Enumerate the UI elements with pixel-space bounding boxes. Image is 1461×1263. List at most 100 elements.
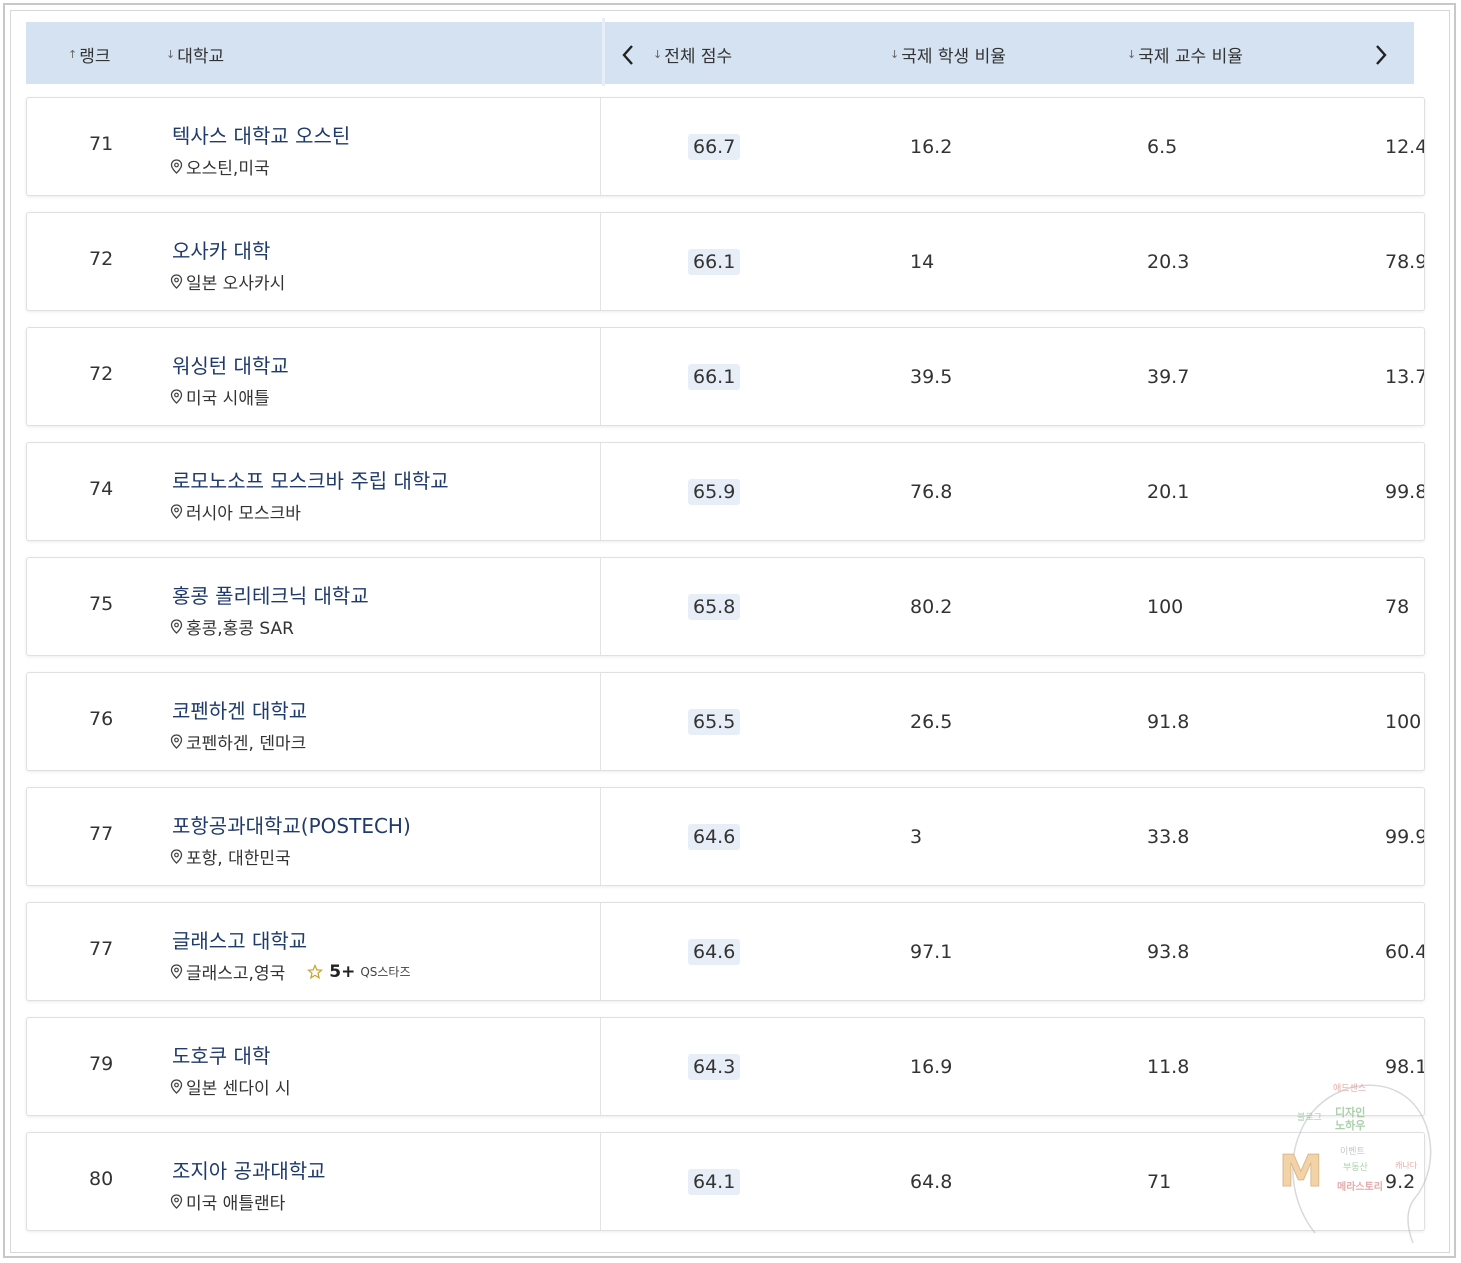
intl-students-value: 14 bbox=[910, 251, 935, 273]
overall-score: 66.1 bbox=[688, 364, 741, 390]
overall-score: 64.6 bbox=[688, 939, 741, 965]
university-name-link[interactable]: 코펜하겐 대학교 bbox=[172, 695, 307, 724]
column-divider bbox=[600, 788, 601, 885]
qs-stars-badge[interactable]: 5+ QS스타즈 bbox=[307, 961, 411, 982]
sort-overall-header[interactable]: ↓ 전체 점수 bbox=[653, 42, 732, 67]
table-row[interactable]: 72 오사카 대학 일본 오사카시 66.1 14 20.3 78.9 bbox=[26, 212, 1425, 311]
sort-intl-students-header[interactable]: ↓ 국제 학생 비율 bbox=[890, 42, 1006, 67]
column-divider bbox=[600, 903, 601, 1000]
intl-faculty-value: 100 bbox=[1147, 596, 1184, 618]
university-location: 포항, 대한민국 bbox=[170, 844, 291, 869]
watermark-logo: 애드센스 블로그 디자인 노하우 이벤트 부동산 캐나다 M 메라스토리 bbox=[1279, 1083, 1432, 1244]
table-row[interactable]: 74 로모노소프 모스크바 주립 대학교 러시아 모스크바 65.9 76.8 20.1 9… bbox=[26, 442, 1425, 541]
university-name-link[interactable]: 로모노소프 모스크바 주립 대학교 bbox=[172, 465, 449, 494]
university-location: 오스틴,미국 bbox=[170, 154, 270, 179]
table-row[interactable]: 77 글래스고 대학교 글래스고,영국 5+ QS스타즈 64.6 97.1 93.8 60.4 bbox=[26, 902, 1425, 1001]
intl-faculty-value: 71 bbox=[1147, 1171, 1172, 1193]
table-row[interactable]: 72 워싱턴 대학교 미국 시애틀 66.1 39.5 39.7 13.7 bbox=[26, 327, 1425, 426]
university-name-link[interactable]: 조지아 공과대학교 bbox=[172, 1155, 326, 1184]
intl-students-value: 80.2 bbox=[910, 596, 953, 618]
intl-students-value: 16.2 bbox=[910, 136, 953, 158]
intl-faculty-value: 20.3 bbox=[1147, 251, 1190, 273]
scroll-right-button[interactable] bbox=[1369, 40, 1393, 70]
rank-value: 72 bbox=[89, 248, 114, 270]
university-location: 일본 오사카시 bbox=[170, 269, 285, 294]
university-name-link[interactable]: 글래스고 대학교 bbox=[172, 925, 307, 954]
qs-stars-value: 5+ bbox=[329, 961, 356, 982]
location-pin-icon bbox=[170, 964, 183, 979]
location-pin-icon bbox=[170, 389, 183, 404]
location-text: 일본 오사카시 bbox=[186, 274, 286, 294]
rank-value: 71 bbox=[89, 133, 114, 155]
next-column-value: 99.8 bbox=[1385, 481, 1425, 503]
intl-faculty-value: 93.8 bbox=[1147, 941, 1190, 963]
intl-faculty-value: 33.8 bbox=[1147, 826, 1190, 848]
column-divider bbox=[600, 1018, 601, 1115]
intl-students-value: 97.1 bbox=[910, 941, 953, 963]
column-divider bbox=[600, 1133, 601, 1230]
university-name-link[interactable]: 홍콩 폴리테크닉 대학교 bbox=[172, 580, 369, 609]
sort-intl-faculty-header[interactable]: ↓ 국제 교수 비율 bbox=[1127, 42, 1243, 67]
arrow-down-icon: ↓ bbox=[1127, 48, 1137, 61]
arrow-down-icon: ↓ bbox=[166, 48, 176, 61]
university-name-link[interactable]: 오사카 대학 bbox=[172, 235, 270, 264]
university-location: 일본 센다이 시 bbox=[170, 1074, 291, 1099]
overall-score: 65.9 bbox=[688, 479, 741, 505]
overall-score: 64.1 bbox=[688, 1169, 741, 1195]
university-location: 러시아 모스크바 bbox=[170, 499, 301, 524]
svg-text:블로그: 블로그 bbox=[1297, 1112, 1322, 1123]
table-row[interactable]: 76 코펜하겐 대학교 코펜하겐, 덴마크 65.5 26.5 91.8 100 bbox=[26, 672, 1425, 771]
column-divider bbox=[600, 673, 601, 770]
column-divider bbox=[600, 328, 601, 425]
location-text: 러시아 모스크바 bbox=[186, 504, 301, 524]
next-column-value: 100 bbox=[1385, 711, 1422, 733]
svg-text:부동산: 부동산 bbox=[1343, 1162, 1368, 1173]
intl-students-value: 26.5 bbox=[910, 711, 953, 733]
overall-score: 65.8 bbox=[688, 594, 741, 620]
intl-faculty-value: 11.8 bbox=[1147, 1056, 1190, 1078]
location-text: 미국 시애틀 bbox=[186, 389, 270, 409]
column-divider bbox=[600, 443, 601, 540]
svg-text:노하우: 노하우 bbox=[1335, 1118, 1365, 1132]
intl-faculty-value: 6.5 bbox=[1147, 136, 1178, 158]
location-pin-icon bbox=[170, 734, 183, 749]
scroll-left-button[interactable] bbox=[616, 40, 640, 70]
overall-score: 64.3 bbox=[688, 1054, 741, 1080]
table-row[interactable]: 79 도호쿠 대학 일본 센다이 시 64.3 16.9 11.8 98.1 bbox=[26, 1017, 1425, 1116]
table-row[interactable]: 80 조지아 공과대학교 미국 애틀랜타 64.1 64.8 71 9.2 bbox=[26, 1132, 1425, 1231]
university-location: 코펜하겐, 덴마크 bbox=[170, 729, 306, 754]
sort-rank-header[interactable]: ↑ 랭크 bbox=[68, 42, 111, 67]
overall-score: 66.1 bbox=[688, 249, 741, 275]
location-pin-icon bbox=[170, 849, 183, 864]
intl-faculty-value: 20.1 bbox=[1147, 481, 1190, 503]
location-pin-icon bbox=[170, 619, 183, 634]
table-row[interactable]: 77 포항공과대학교(POSTECH) 포항, 대한민국 64.6 3 33.8 99.9 bbox=[26, 787, 1425, 886]
university-name-link[interactable]: 포항공과대학교(POSTECH) bbox=[172, 810, 411, 839]
university-name-link[interactable]: 텍사스 대학교 오스틴 bbox=[172, 120, 350, 149]
column-divider bbox=[600, 558, 601, 655]
sort-university-header[interactable]: ↓ 대학교 bbox=[166, 42, 224, 67]
column-divider bbox=[600, 213, 601, 310]
location-text: 일본 센다이 시 bbox=[186, 1079, 291, 1099]
university-location: 미국 애틀랜타 bbox=[170, 1189, 285, 1214]
university-name-link[interactable]: 도호쿠 대학 bbox=[172, 1040, 270, 1069]
rank-value: 79 bbox=[89, 1053, 114, 1075]
header-divider bbox=[602, 18, 605, 86]
column-divider bbox=[600, 98, 601, 195]
location-text: 홍콩,홍콩 SAR bbox=[186, 619, 294, 639]
location-text: 글래스고,영국 bbox=[186, 964, 286, 984]
table-row[interactable]: 75 홍콩 폴리테크닉 대학교 홍콩,홍콩 SAR 65.8 80.2 100 78 bbox=[26, 557, 1425, 656]
university-name-link[interactable]: 워싱턴 대학교 bbox=[172, 350, 289, 379]
table-row[interactable]: 71 텍사스 대학교 오스틴 오스틴,미국 66.7 16.2 6.5 12.4 bbox=[26, 97, 1425, 196]
next-column-value: 99.9 bbox=[1385, 826, 1425, 848]
intl-faculty-value: 39.7 bbox=[1147, 366, 1190, 388]
location-pin-icon bbox=[170, 1079, 183, 1094]
university-location: 홍콩,홍콩 SAR bbox=[170, 614, 294, 639]
arrow-down-icon: ↓ bbox=[890, 48, 900, 61]
qs-stars-label: QS스타즈 bbox=[360, 965, 411, 979]
svg-text:캐나다: 캐나다 bbox=[1395, 1161, 1418, 1170]
intl-students-value: 76.8 bbox=[910, 481, 953, 503]
intl-faculty-value: 91.8 bbox=[1147, 711, 1190, 733]
rank-value: 72 bbox=[89, 363, 114, 385]
location-text: 미국 애틀랜타 bbox=[186, 1194, 286, 1214]
